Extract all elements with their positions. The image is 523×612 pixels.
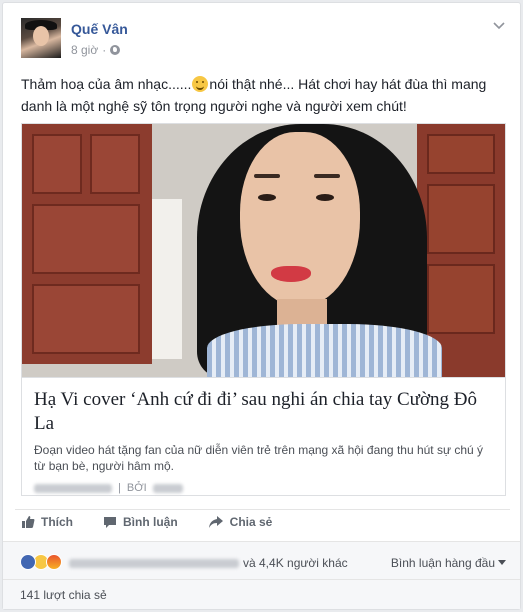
post-meta: 8 giờ · [71, 43, 121, 57]
post-card: Quế Vân 8 giờ · Thảm hoạ của âm nhạc....… [2, 2, 521, 610]
action-bar: Thích Bình luận Chia sẻ [21, 515, 272, 529]
source-separator: | [118, 482, 121, 494]
share-button[interactable]: Chia sẻ [208, 515, 273, 529]
link-title[interactable]: Hạ Vi cover ‘Anh cứ đi đi’ sau nghi án c… [34, 388, 493, 436]
post-text: Thảm hoạ của âm nhạc...... nói thật nhé..… [21, 73, 506, 117]
post-time[interactable]: 8 giờ [71, 43, 98, 57]
comment-label: Bình luận [123, 515, 178, 529]
link-caption[interactable]: Hạ Vi cover ‘Anh cứ đi đi’ sau nghi án c… [22, 377, 505, 495]
smile-emoji-icon [192, 76, 209, 92]
reactors-text[interactable]: và 4,4K người khác [69, 556, 348, 570]
like-reaction-icon[interactable] [20, 554, 36, 570]
reaction-icons[interactable] [20, 554, 62, 570]
shares-row: 141 lượt chia sẻ [3, 579, 520, 609]
comment-button[interactable]: Bình luận [103, 515, 178, 529]
link-source: | BỞI [34, 482, 493, 494]
comment-icon [104, 517, 116, 528]
author-name[interactable]: Quế Vân [71, 21, 128, 37]
angry-reaction-icon[interactable] [46, 554, 62, 570]
like-button[interactable]: Thích [21, 515, 73, 529]
top-comments-label: Bình luận hàng đầu [390, 556, 495, 570]
caret-down-icon [498, 560, 506, 565]
link-preview[interactable]: Hạ Vi cover ‘Anh cứ đi đi’ sau nghi án c… [21, 123, 506, 496]
thumbs-up-icon [22, 516, 35, 528]
share-label: Chia sẻ [229, 515, 273, 529]
reactors-others[interactable]: và 4,4K người khác [243, 556, 348, 570]
share-arrow-icon [208, 516, 223, 528]
author-avatar[interactable] [21, 18, 61, 58]
blurred-reactor-names [69, 558, 239, 568]
globe-icon[interactable] [110, 45, 121, 55]
link-preview-image[interactable] [22, 124, 505, 377]
divider [15, 509, 510, 510]
like-label: Thích [41, 515, 73, 529]
meta-separator: · [102, 43, 107, 57]
blurred-author [152, 483, 183, 493]
post-text-part-1: Thảm hoạ của âm nhạc...... [21, 76, 192, 92]
by-label: BỞI [126, 482, 147, 494]
link-description: Đoạn video hát tặng fan của nữ diễn viên… [34, 443, 484, 473]
blurred-domain [34, 483, 112, 493]
shares-count[interactable]: 141 lượt chia sẻ [20, 588, 107, 602]
reactions-summary: và 4,4K người khác Bình luận hàng đầu [3, 541, 520, 579]
chevron-down-icon[interactable] [492, 21, 506, 31]
top-comments-dropdown[interactable]: Bình luận hàng đầu [391, 556, 506, 570]
